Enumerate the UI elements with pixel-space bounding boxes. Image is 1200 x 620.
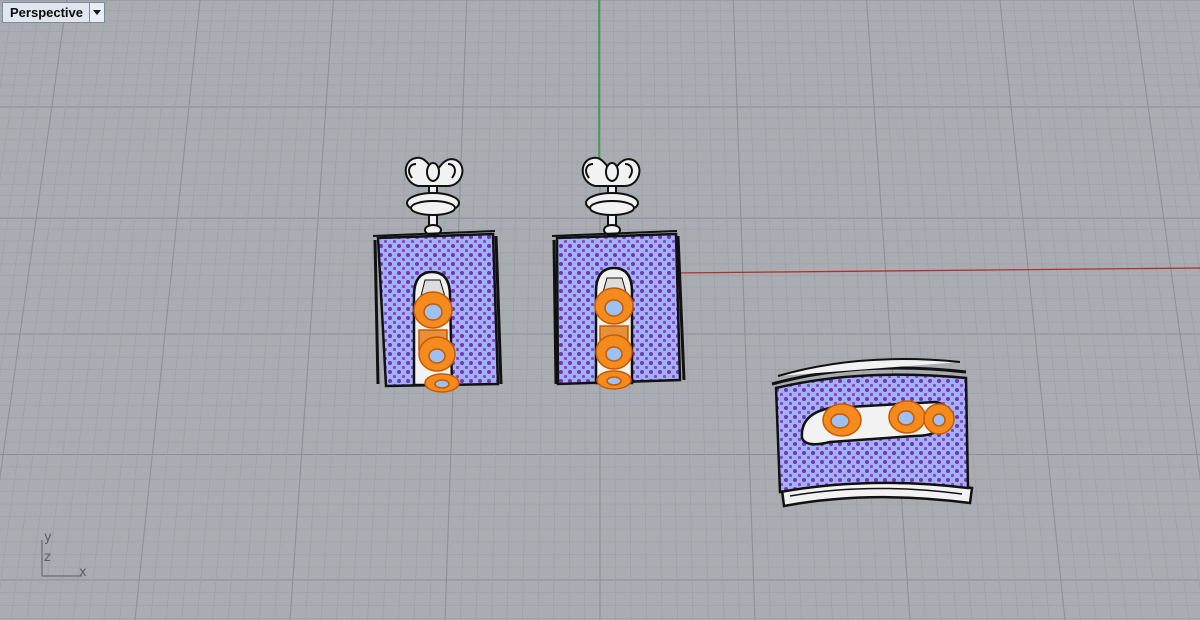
perspective-viewport[interactable]: Perspective y z x (0, 0, 1200, 620)
viewport-title-tab[interactable]: Perspective (2, 2, 105, 23)
earring-top-ornament (404, 156, 464, 236)
axis-y-label: y (44, 530, 52, 545)
viewport-title[interactable]: Perspective (3, 3, 89, 22)
left-earring[interactable] (372, 156, 503, 393)
axis-z-label: z (44, 550, 51, 565)
axis-orientation-gizmo: y z x (30, 530, 100, 590)
ring[interactable] (771, 358, 974, 508)
axis-x-label: x (79, 565, 87, 580)
earring-top-ornament (581, 156, 641, 236)
caret-down-icon[interactable] (89, 3, 104, 22)
earring-accent-stones (594, 287, 634, 390)
right-earring[interactable] (551, 156, 686, 390)
